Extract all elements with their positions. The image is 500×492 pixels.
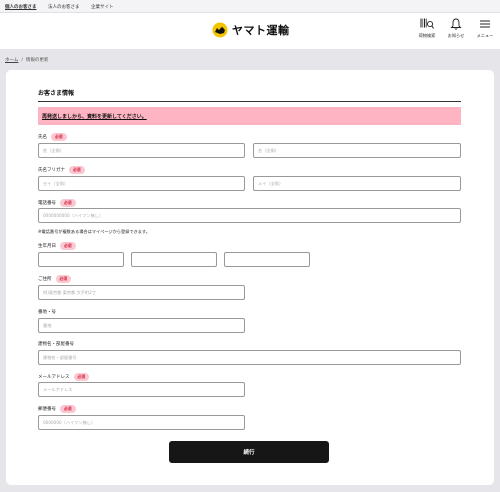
section-divider [38,101,461,102]
menu-button[interactable]: メニュー [473,18,497,39]
email-label-text: メールアドレス [38,375,70,380]
last-name-kana-input[interactable] [38,176,245,191]
menu-label: メニュー [476,33,494,38]
package-search-button[interactable]: 荷物検索 [415,18,439,39]
section-title: お客さま情報 [38,90,75,97]
barcode-search-icon [415,18,439,30]
building-label-text: 建物名・部屋番号 [38,342,74,347]
breadcrumb-separator: / [21,58,23,63]
last-name-input[interactable] [38,143,245,158]
postal-code-label: 郵便番号 必須 [38,405,76,413]
birthdate-label: 生年月日 必須 [38,242,76,250]
email-label: メールアドレス 必須 [38,373,90,381]
cat-logo-icon [211,22,229,38]
site-header: ヤマト運輸 荷物検索 お知らせ メニュー [0,13,500,49]
house-number-label: 番地・号 [38,309,56,315]
building-input[interactable] [38,350,461,365]
required-badge: 必須 [55,275,72,283]
address-label: ご住所 必須 [38,275,72,283]
continue-button[interactable]: 続行 [169,441,329,463]
phone-note: ※電話番号が複数ある場合はマイページから登録できます。 [38,229,150,234]
topbar-link-corporate[interactable]: 企業サイト [91,4,114,10]
birth-day-input[interactable] [224,252,310,267]
phone-label: 電話番号 必須 [38,199,76,207]
breadcrumb-current: 情報の更新 [25,58,49,63]
breadcrumb-home-link[interactable]: ホーム [5,58,18,63]
first-name-kana-input[interactable] [253,176,461,191]
kana-label-text: 氏名フリガナ [38,168,65,173]
phone-label-text: 電話番号 [38,201,56,206]
breadcrumb: ホーム / 情報の更新 [5,57,48,63]
hamburger-menu-icon [473,18,497,30]
birth-year-input[interactable] [38,252,124,267]
notifications-button[interactable]: お知らせ [444,18,468,39]
birth-month-input[interactable] [131,252,217,267]
birthdate-label-text: 生年月日 [38,244,56,249]
required-badge: 必須 [73,373,90,381]
postal-code-label-text: 郵便番号 [38,407,56,412]
required-badge: 必須 [51,133,67,141]
yamato-logo[interactable]: ヤマト運輸 [211,22,290,38]
house-number-input[interactable] [38,318,245,333]
name-label-text: 氏名 [38,135,47,140]
required-badge: 必須 [60,242,76,250]
top-utility-bar: 個人のお客さま 法人のお客さま 企業サイト [0,0,500,13]
required-badge: 必須 [60,405,76,413]
topbar-link-business[interactable]: 法人のお客さま [48,4,80,10]
name-label: 氏名 必須 [38,133,67,141]
email-input[interactable] [38,382,245,397]
building-label: 建物名・部屋番号 [38,341,74,347]
logo-text: ヤマト運輸 [232,24,290,37]
alert-message-link[interactable]: 再発送しましから、資料を更新してください。 [42,113,147,120]
required-badge: 必須 [69,166,85,174]
address-input[interactable] [38,285,245,300]
house-number-label-text: 番地・号 [38,310,56,315]
required-badge: 必須 [60,199,76,207]
address-label-text: ご住所 [38,277,52,282]
phone-input[interactable] [38,208,461,223]
postal-code-input[interactable] [38,415,245,430]
kana-label: 氏名フリガナ 必須 [38,166,85,174]
alert-banner: 再発送しましから、資料を更新してください。 [38,107,461,125]
package-search-label: 荷物検索 [418,33,436,38]
first-name-input[interactable] [253,143,461,158]
notifications-label: お知らせ [447,33,465,38]
bell-icon [444,18,468,30]
topbar-link-personal[interactable]: 個人のお客さま [5,4,37,10]
